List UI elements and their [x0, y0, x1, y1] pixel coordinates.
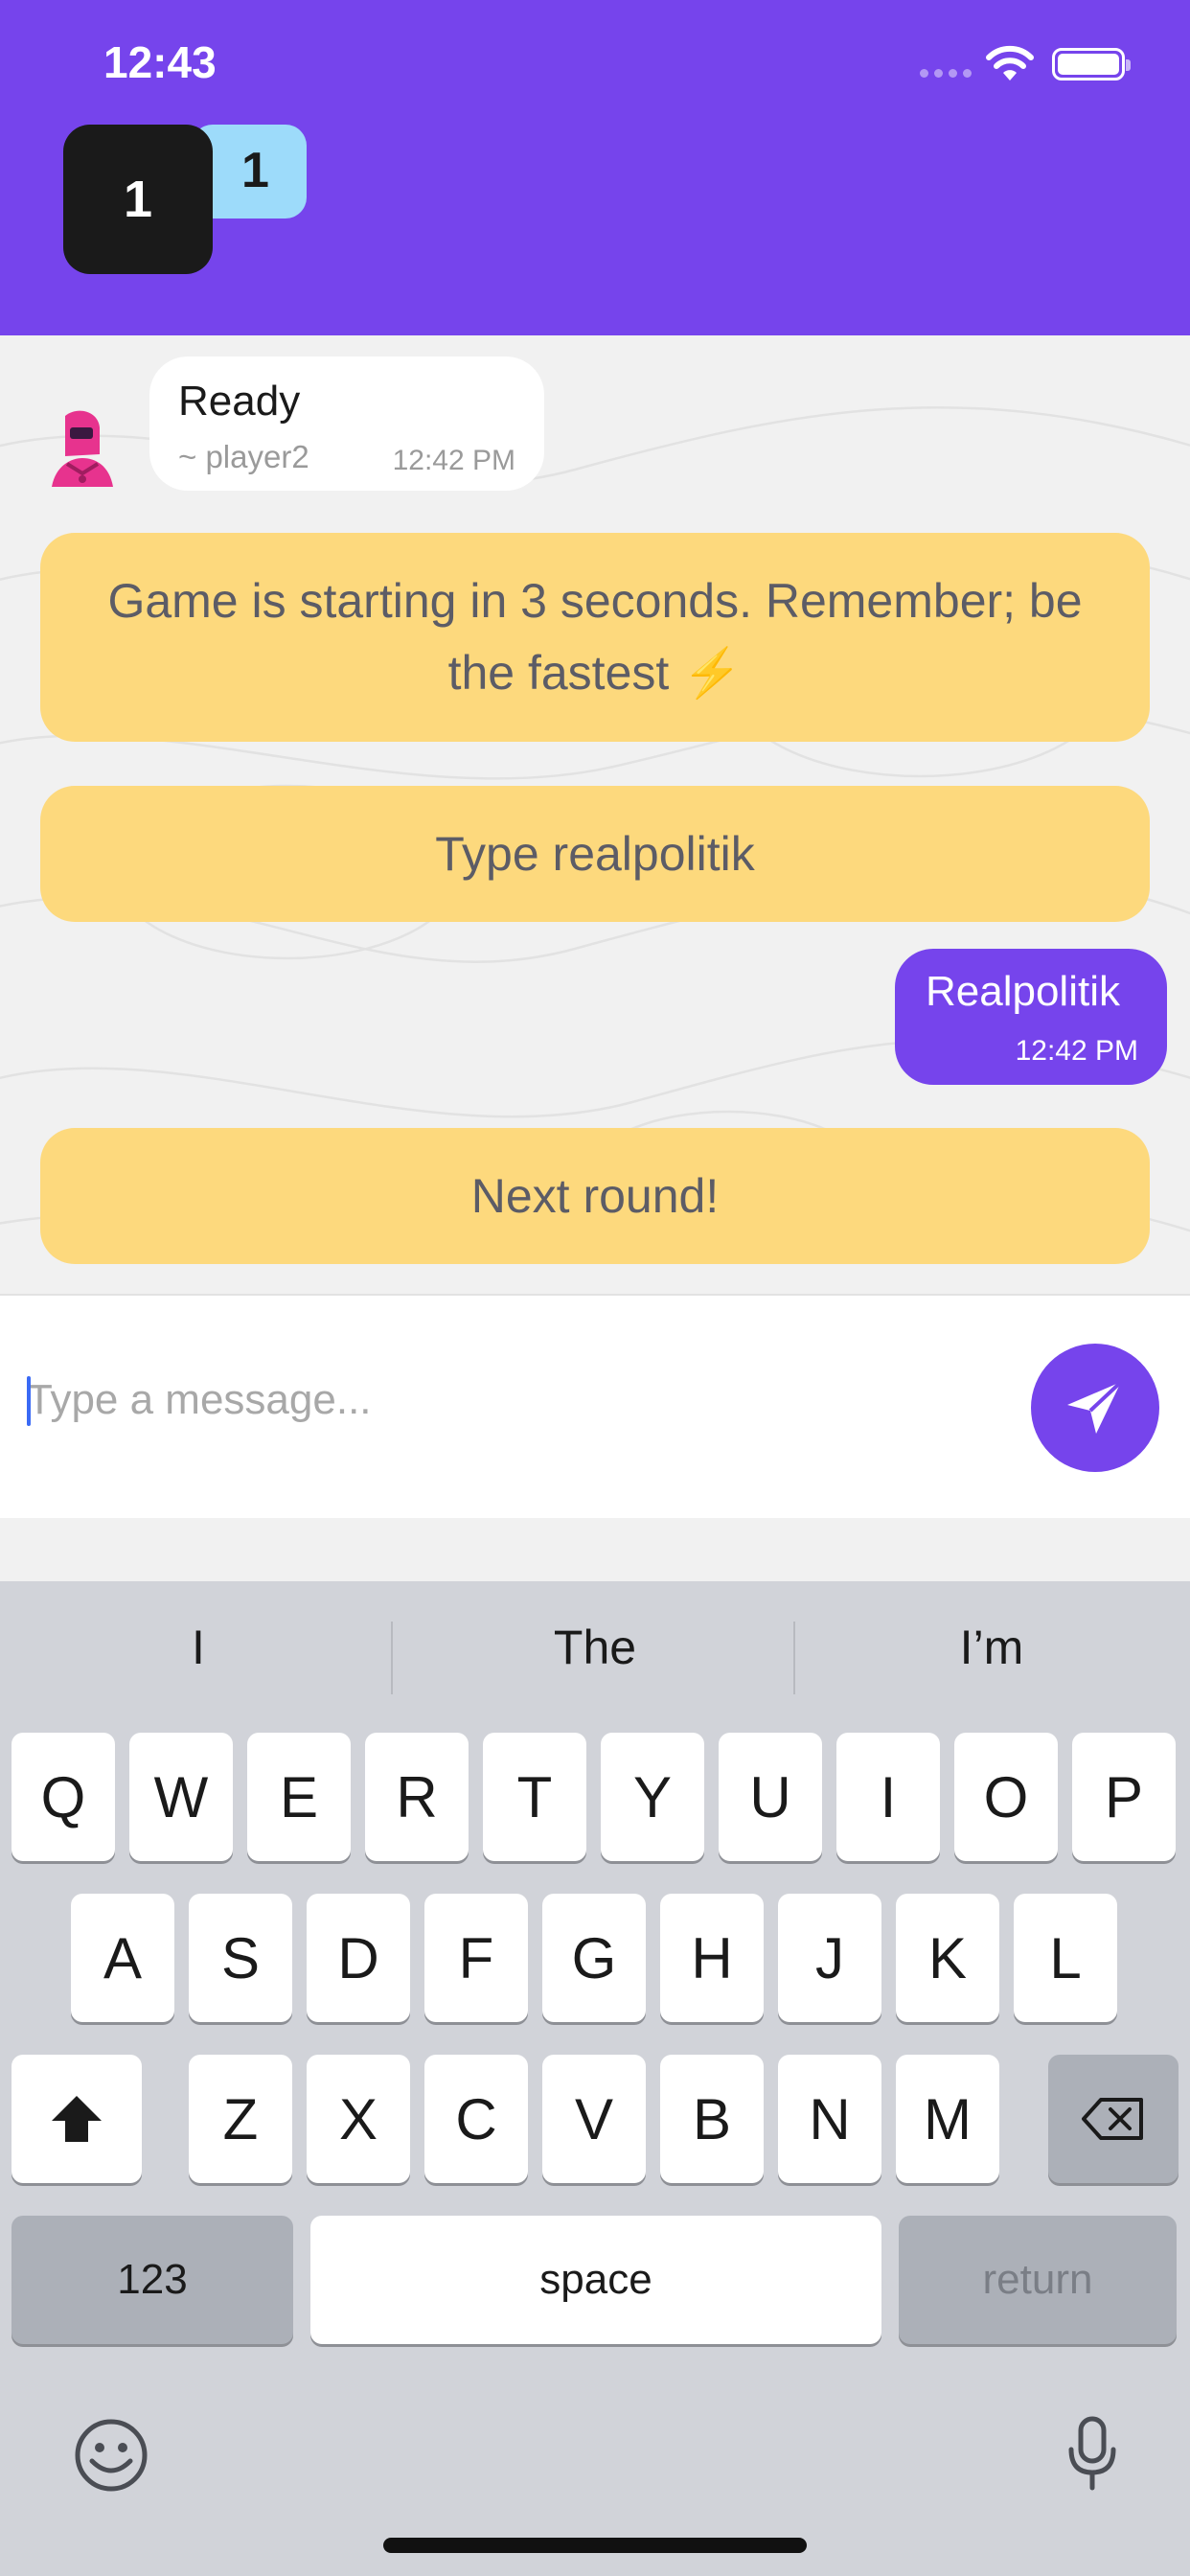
key-b[interactable]: B — [660, 2055, 764, 2183]
outgoing-message-time: 12:42 PM — [1015, 1035, 1138, 1067]
suggestion-1[interactable]: I — [0, 1620, 397, 1675]
key-w[interactable]: W — [129, 1733, 233, 1861]
delete-key[interactable] — [1048, 2055, 1179, 2183]
key-z[interactable]: Z — [189, 2055, 292, 2183]
key-f[interactable]: F — [424, 1894, 528, 2022]
outgoing-message-text: Realpolitik — [926, 968, 1120, 1015]
key-h[interactable]: H — [660, 1894, 764, 2022]
emoji-icon[interactable] — [73, 2417, 149, 2494]
return-key[interactable]: return — [899, 2216, 1177, 2344]
key-j[interactable]: J — [778, 1894, 881, 2022]
send-button[interactable] — [1031, 1344, 1159, 1472]
key-x[interactable]: X — [307, 2055, 410, 2183]
key-a[interactable]: A — [71, 1894, 174, 2022]
status-time: 12:43 — [103, 37, 217, 87]
key-n[interactable]: N — [778, 2055, 881, 2183]
key-e[interactable]: E — [247, 1733, 351, 1861]
incoming-message-sender: ~ player2 — [178, 439, 309, 474]
key-k[interactable]: K — [896, 1894, 999, 2022]
key-o[interactable]: O — [954, 1733, 1058, 1861]
send-icon — [1067, 1380, 1123, 1434]
key-v[interactable]: V — [542, 2055, 646, 2183]
message-input[interactable] — [27, 1367, 985, 1434]
key-r[interactable]: R — [365, 1733, 469, 1861]
battery-icon — [1052, 48, 1131, 80]
backspace-icon — [1082, 2098, 1143, 2140]
key-i[interactable]: I — [836, 1733, 940, 1861]
system-keyboard: I The I’m Q W E R T Y U I O P A S D F G … — [0, 1581, 1190, 2576]
composer-spacer — [0, 1518, 1190, 1581]
key-y[interactable]: Y — [601, 1733, 704, 1861]
key-t[interactable]: T — [483, 1733, 586, 1861]
key-q[interactable]: Q — [11, 1733, 115, 1861]
system-message-prompt: Type realpolitik — [40, 786, 1150, 922]
text-cursor — [27, 1376, 31, 1426]
key-d[interactable]: D — [307, 1894, 410, 2022]
message-composer — [0, 1294, 1190, 1518]
key-l[interactable]: L — [1014, 1894, 1117, 2022]
player2-avatar — [52, 410, 113, 487]
suggestion-divider — [391, 1622, 393, 1694]
key-g[interactable]: G — [542, 1894, 646, 2022]
outgoing-message: Realpolitik 12:42 PM — [895, 949, 1167, 1085]
opponent-score: 1 — [241, 143, 269, 198]
microphone-icon[interactable] — [1065, 2415, 1119, 2492]
chat-area[interactable]: Ready ~ player2 12:42 PM Game is startin… — [0, 335, 1190, 1294]
space-key[interactable]: space — [310, 2216, 881, 2344]
system-message-start: Game is starting in 3 seconds. Remember;… — [40, 533, 1150, 742]
player-score: 1 — [63, 125, 213, 274]
key-p[interactable]: P — [1072, 1733, 1176, 1861]
incoming-message-time: 12:42 PM — [392, 445, 515, 476]
game-header: 12:43 1 1 — [0, 0, 1190, 335]
predictive-bar: I The I’m — [0, 1581, 1190, 1735]
shift-key[interactable] — [11, 2055, 142, 2183]
wifi-icon — [986, 45, 1034, 80]
key-s[interactable]: S — [189, 1894, 292, 2022]
cellular-signal-icon — [920, 69, 972, 78]
home-indicator[interactable] — [383, 2538, 807, 2553]
key-u[interactable]: U — [719, 1733, 822, 1861]
key-c[interactable]: C — [424, 2055, 528, 2183]
shift-icon — [52, 2096, 102, 2142]
incoming-message-text: Ready — [178, 378, 301, 425]
suggestion-2[interactable]: The — [397, 1620, 793, 1675]
system-message-next-round: Next round! — [40, 1128, 1150, 1264]
suggestion-3[interactable]: I’m — [793, 1620, 1190, 1675]
numbers-key[interactable]: 123 — [11, 2216, 293, 2344]
incoming-message: Ready ~ player2 12:42 PM — [149, 356, 544, 491]
key-m[interactable]: M — [896, 2055, 999, 2183]
